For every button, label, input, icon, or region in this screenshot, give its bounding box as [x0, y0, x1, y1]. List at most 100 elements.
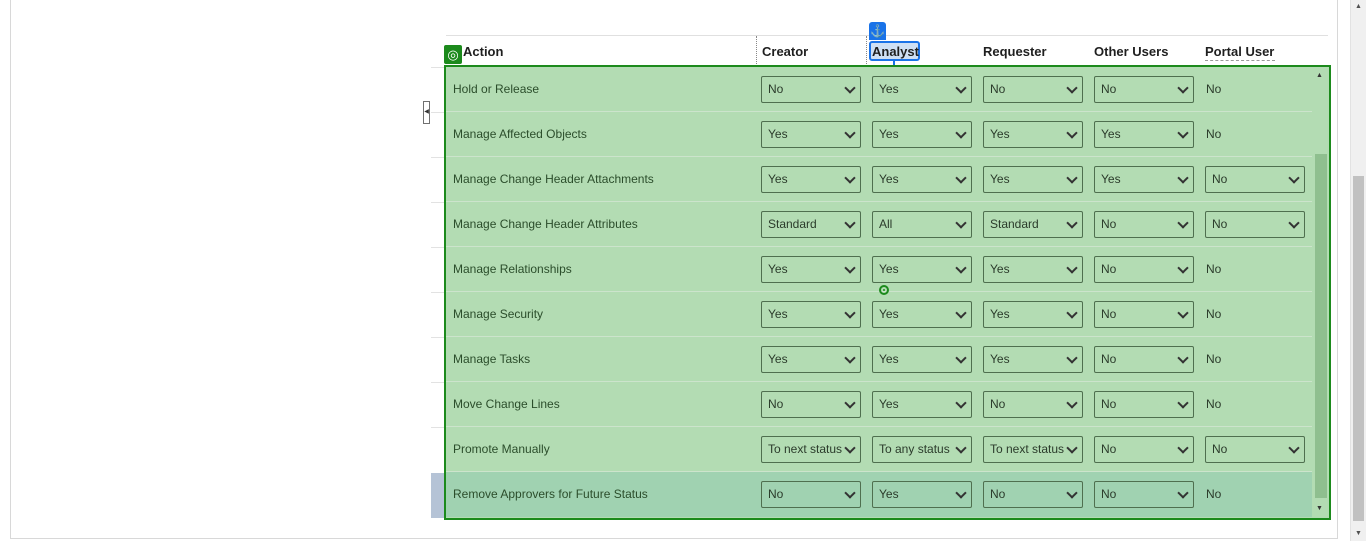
column-header-action[interactable]: Action: [463, 44, 503, 59]
creator-select[interactable]: No: [761, 481, 861, 508]
chevron-down-icon: [844, 217, 856, 229]
other-users-select[interactable]: No: [1094, 436, 1194, 463]
row-divider: [431, 337, 445, 338]
select-value: Yes: [879, 352, 899, 366]
chevron-down-icon: [955, 172, 967, 184]
table-row[interactable]: Promote Manually To next status To any sta…: [446, 427, 1312, 472]
portal-user-select[interactable]: No: [1205, 436, 1305, 463]
chevron-down-icon: [844, 307, 856, 319]
anchor-icon[interactable]: ⚓: [869, 22, 886, 40]
analyst-select[interactable]: Yes: [872, 166, 972, 193]
column-header-portal-user[interactable]: Portal User: [1205, 44, 1274, 59]
chevron-down-icon: [955, 442, 967, 454]
page-scrollbar[interactable]: ▲ ▼: [1350, 0, 1366, 541]
scroll-down-arrow-icon[interactable]: ▼: [1355, 530, 1362, 537]
table-scrollbar-thumb[interactable]: [1315, 154, 1327, 498]
select-value: No: [1212, 172, 1228, 186]
scroll-up-arrow-icon[interactable]: ▲: [1355, 3, 1362, 10]
column-header-analyst[interactable]: Analyst: [872, 44, 919, 59]
table-row[interactable]: Hold or Release No Yes No No No: [446, 67, 1312, 112]
other-users-select[interactable]: Yes: [1094, 121, 1194, 148]
other-users-select[interactable]: No: [1094, 391, 1194, 418]
requester-select[interactable]: Standard: [983, 211, 1083, 238]
other-users-select[interactable]: No: [1094, 346, 1194, 373]
requester-select[interactable]: No: [983, 481, 1083, 508]
analyst-select[interactable]: Yes: [872, 391, 972, 418]
creator-select[interactable]: Standard: [761, 211, 861, 238]
requester-select[interactable]: Yes: [983, 121, 1083, 148]
creator-select[interactable]: No: [761, 391, 861, 418]
table-row[interactable]: Manage Relationships Yes Yes Yes No No: [446, 247, 1312, 292]
row-divider: [431, 292, 445, 293]
requester-select[interactable]: No: [983, 76, 1083, 103]
analyst-select[interactable]: Yes: [872, 346, 972, 373]
row-action-label: Manage Change Header Attachments: [453, 172, 654, 186]
creator-select[interactable]: No: [761, 76, 861, 103]
header-top-rule: [446, 35, 1328, 36]
chevron-down-icon: [955, 127, 967, 139]
chevron-down-icon: [1066, 217, 1078, 229]
column-divider: [756, 36, 757, 66]
analyst-select[interactable]: Yes: [872, 121, 972, 148]
select-value: Yes: [990, 352, 1010, 366]
requester-select[interactable]: Yes: [983, 346, 1083, 373]
creator-select[interactable]: Yes: [761, 256, 861, 283]
chevron-down-icon: [1177, 442, 1189, 454]
row-action-label: Remove Approvers for Future Status: [453, 487, 648, 501]
other-users-select[interactable]: Yes: [1094, 166, 1194, 193]
other-users-select[interactable]: No: [1094, 301, 1194, 328]
other-users-select[interactable]: No: [1094, 481, 1194, 508]
requester-select[interactable]: Yes: [983, 166, 1083, 193]
creator-select[interactable]: Yes: [761, 121, 861, 148]
chevron-down-icon: [1177, 127, 1189, 139]
column-header-creator[interactable]: Creator: [762, 44, 808, 59]
select-value: No: [1212, 442, 1228, 456]
requester-select[interactable]: Yes: [983, 256, 1083, 283]
table-scrollbar[interactable]: ▲ ▼: [1314, 67, 1327, 518]
portal-user-select[interactable]: No: [1205, 166, 1305, 193]
chevron-down-icon: [1177, 487, 1189, 499]
portal-user-select[interactable]: No: [1205, 211, 1305, 238]
target-icon[interactable]: ◎: [444, 45, 462, 64]
analyst-select[interactable]: To any status: [872, 436, 972, 463]
chevron-down-icon: [1177, 172, 1189, 184]
analyst-select[interactable]: All: [872, 211, 972, 238]
row-action-label: Manage Security: [453, 307, 544, 321]
select-value: To any status: [879, 442, 950, 456]
creator-select[interactable]: To next status: [761, 436, 861, 463]
table-row[interactable]: Manage Affected Objects Yes Yes Yes Yes No: [446, 112, 1312, 157]
select-value: No: [990, 487, 1006, 501]
page-scrollbar-thumb[interactable]: [1353, 176, 1364, 521]
other-users-select[interactable]: No: [1094, 76, 1194, 103]
table-scroll-up-icon[interactable]: ▲: [1316, 72, 1323, 79]
select-value: Yes: [768, 262, 788, 276]
requester-select[interactable]: To next status: [983, 436, 1083, 463]
analyst-select[interactable]: Yes: [872, 301, 972, 328]
table-row[interactable]: Manage Security Yes Yes Yes No No: [446, 292, 1312, 337]
table-row[interactable]: Manage Change Header Attributes Standard A…: [446, 202, 1312, 247]
creator-select[interactable]: Yes: [761, 166, 861, 193]
creator-select[interactable]: Yes: [761, 346, 861, 373]
other-users-select[interactable]: No: [1094, 211, 1194, 238]
table-row[interactable]: Remove Approvers for Future Status No Yes N…: [446, 472, 1312, 517]
select-value: No: [1101, 397, 1117, 411]
portal-user-value: No: [1206, 82, 1222, 96]
table-scroll-down-icon[interactable]: ▼: [1316, 505, 1323, 512]
requester-select[interactable]: Yes: [983, 301, 1083, 328]
table-row[interactable]: Manage Tasks Yes Yes Yes No No: [446, 337, 1312, 382]
chevron-down-icon: [844, 172, 856, 184]
analyst-select[interactable]: Yes: [872, 481, 972, 508]
analyst-select[interactable]: Yes: [872, 76, 972, 103]
chevron-down-icon: [1066, 172, 1078, 184]
chevron-down-icon: [844, 397, 856, 409]
collapse-panel-handle[interactable]: ◀: [423, 101, 430, 124]
column-header-other-users[interactable]: Other Users: [1094, 44, 1168, 59]
analyst-select[interactable]: Yes: [872, 256, 972, 283]
table-row[interactable]: Move Change Lines No Yes No No No: [446, 382, 1312, 427]
table-row[interactable]: Manage Change Header Attachments Yes Yes Ye…: [446, 157, 1312, 202]
other-users-select[interactable]: No: [1094, 256, 1194, 283]
select-value: Yes: [768, 127, 788, 141]
column-header-requester[interactable]: Requester: [983, 44, 1047, 59]
creator-select[interactable]: Yes: [761, 301, 861, 328]
requester-select[interactable]: No: [983, 391, 1083, 418]
